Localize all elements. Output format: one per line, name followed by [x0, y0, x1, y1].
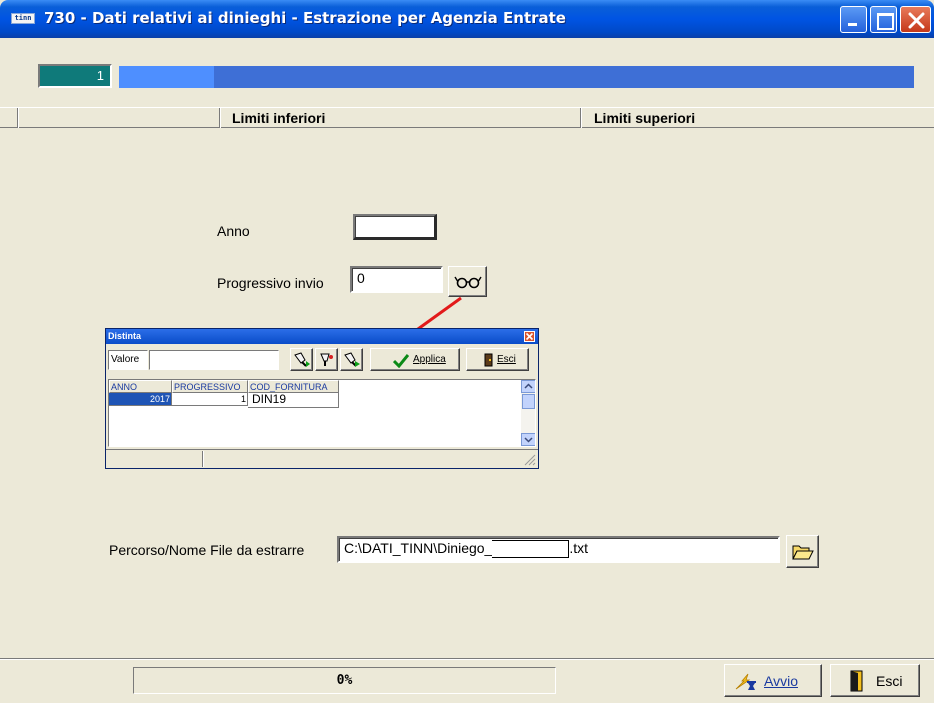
valore-label: Valore	[108, 350, 148, 370]
status-divider	[202, 451, 204, 467]
record-counter[interactable]: 1	[38, 64, 112, 88]
scroll-up-button[interactable]	[521, 380, 535, 393]
limits-header: Limiti inferiori Limiti superiori	[0, 107, 934, 128]
percorso-value: C:\DATI_TINN\Diniego_	[344, 540, 493, 556]
dialog-toolbar: Valore Applica Esci	[106, 346, 538, 372]
grid-cell-progressivo[interactable]: 1	[172, 393, 248, 406]
dialog-esci-button[interactable]: Esci	[466, 348, 529, 371]
filter-first-button[interactable]	[290, 348, 313, 371]
minimize-button[interactable]	[840, 6, 867, 33]
title-bar[interactable]: tinn 730 - Dati relativi ai dinieghi - E…	[0, 0, 934, 38]
dialog-close-button[interactable]	[524, 331, 535, 342]
resize-grip-icon[interactable]	[524, 454, 536, 466]
header-divider	[580, 108, 582, 128]
avvio-button[interactable]: Avvio	[724, 664, 822, 697]
close-button[interactable]	[900, 6, 931, 33]
progressivo-field[interactable]: 0	[350, 266, 443, 293]
footer: 0% Avvio Esci	[0, 658, 934, 703]
open-folder-icon	[792, 545, 814, 560]
percorso-field[interactable]: C:\DATI_TINN\Diniego_ .txt	[337, 536, 780, 563]
app-icon: tinn	[11, 13, 35, 24]
upper-limits-header: Limiti superiori	[594, 110, 696, 126]
grid-header-anno[interactable]: ANNO	[109, 380, 172, 393]
record-scrollbar-thumb[interactable]	[119, 66, 214, 88]
footer-divider	[0, 659, 934, 660]
esci-label: Esci	[876, 673, 903, 689]
distinta-dialog-title[interactable]: Distinta	[106, 329, 538, 344]
exit-door-icon	[850, 670, 863, 692]
grid-cell-anno[interactable]: 2017	[109, 393, 172, 406]
applica-label: Applica	[413, 354, 446, 365]
anno-label: Anno	[217, 223, 250, 239]
window-title: 730 - Dati relativi ai dinieghi - Estraz…	[44, 9, 566, 27]
avvio-label: Avvio	[764, 673, 798, 689]
lower-limits-header: Limiti inferiori	[232, 110, 326, 126]
flashlight-icon	[320, 353, 333, 366]
record-scrollbar[interactable]	[119, 66, 914, 88]
start-lightning-icon	[735, 673, 756, 690]
valore-input[interactable]	[149, 350, 279, 370]
lookup-button[interactable]	[448, 266, 487, 297]
record-navigator: 1	[0, 38, 934, 116]
browse-folder-button[interactable]	[786, 535, 819, 568]
header-divider	[17, 108, 19, 128]
header-divider	[219, 108, 221, 128]
anno-field[interactable]	[353, 214, 437, 240]
scroll-thumb[interactable]	[522, 394, 535, 409]
progressivo-label: Progressivo invio	[217, 275, 324, 291]
grid-header-progressivo[interactable]: PROGRESSIVO	[172, 380, 248, 393]
grid-cell-cod-fornitura[interactable]: DIN19	[248, 393, 339, 408]
dialog-status-bar	[106, 449, 538, 468]
checkmark-icon	[393, 354, 409, 368]
main-window: tinn 730 - Dati relativi ai dinieghi - E…	[0, 0, 934, 703]
maximize-button[interactable]	[870, 6, 897, 33]
exit-door-icon	[484, 353, 493, 367]
filter-button[interactable]	[315, 348, 338, 371]
chevron-up-icon	[524, 383, 533, 389]
esci-button[interactable]: Esci	[830, 664, 920, 697]
percorso-blank-box	[492, 540, 570, 559]
close-icon	[525, 332, 534, 341]
distinta-grid[interactable]: ANNO PROGRESSIVO COD_FORNITURA 2017 1 DI…	[108, 379, 536, 447]
glasses-icon	[454, 276, 482, 289]
grid-header-cod-fornitura[interactable]: COD_FORNITURA	[248, 380, 339, 393]
dialog-esci-label: Esci	[497, 354, 516, 365]
percorso-suffix: .txt	[569, 540, 589, 556]
extraction-progress: 0%	[133, 667, 556, 694]
percorso-label: Percorso/Nome File da estrarre	[109, 542, 305, 558]
filter-next-button[interactable]	[340, 348, 363, 371]
chevron-down-icon	[524, 437, 533, 443]
flashlight-icon	[344, 352, 360, 367]
distinta-dialog: Distinta Valore Applica Esci ANNO PROGRE…	[105, 328, 539, 469]
flashlight-icon	[294, 352, 310, 367]
grid-vertical-scrollbar[interactable]	[521, 380, 535, 446]
applica-button[interactable]: Applica	[370, 348, 460, 371]
close-icon	[908, 12, 925, 29]
scroll-down-button[interactable]	[521, 433, 535, 446]
